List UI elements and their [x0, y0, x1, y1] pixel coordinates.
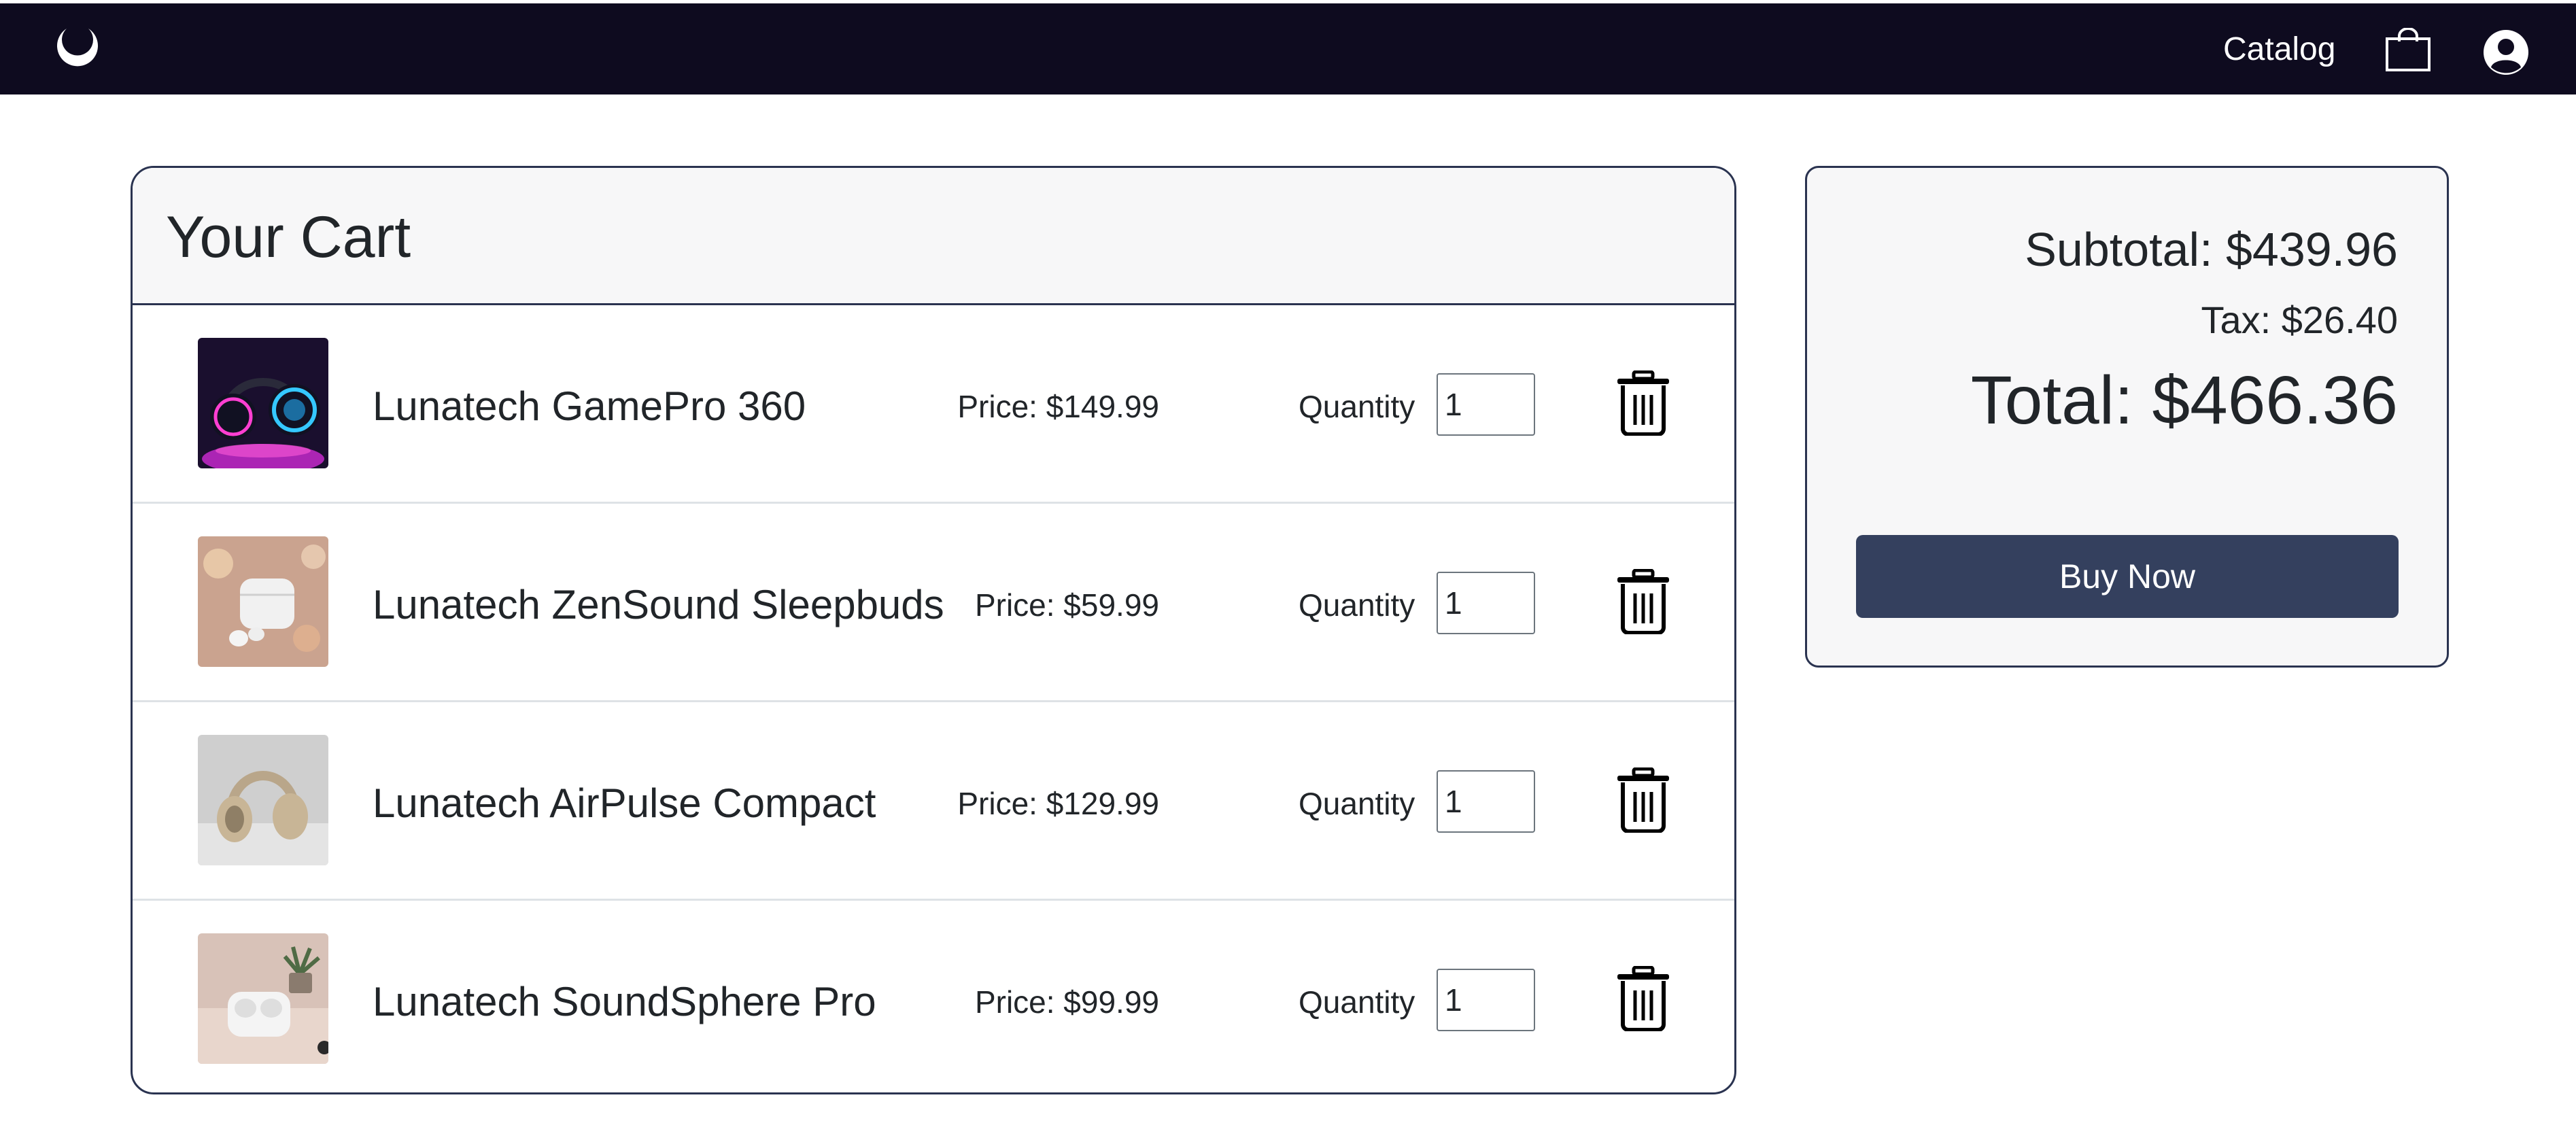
- quantity-input[interactable]: [1437, 373, 1535, 436]
- cart-title: Your Cart: [166, 205, 411, 270]
- trash-icon[interactable]: [1616, 370, 1670, 436]
- cart-item-row: Lunatech GamePro 360 Price: $149.99 Quan…: [133, 305, 1734, 504]
- buy-now-button[interactable]: Buy Now: [1856, 535, 2399, 618]
- product-image: [198, 338, 328, 468]
- quantity-input[interactable]: [1437, 770, 1535, 833]
- page: Catalog Your Cart Lunatech GamePro 360 P…: [0, 0, 2576, 1140]
- cart-item-row: Lunatech AirPulse Compact Price: $129.99…: [133, 702, 1734, 901]
- quantity-label: Quantity: [1299, 786, 1415, 821]
- product-image: [198, 933, 328, 1064]
- product-price: Price: $99.99: [974, 984, 1159, 1020]
- shopping-bag-icon[interactable]: [2384, 27, 2432, 73]
- product-image: [198, 735, 328, 865]
- product-price: Price: $129.99: [957, 786, 1159, 821]
- subtotal-text: Subtotal: $439.96: [2025, 223, 2398, 276]
- user-avatar-icon[interactable]: [2483, 29, 2529, 75]
- cart-header: Your Cart: [133, 168, 1734, 305]
- product-price: Price: $59.99: [974, 587, 1159, 623]
- cart-item-row: Lunatech SoundSphere Pro Price: $99.99 Q…: [133, 901, 1734, 1092]
- quantity-label: Quantity: [1299, 587, 1415, 623]
- crescent-moon-logo-icon[interactable]: [53, 24, 102, 73]
- trash-icon[interactable]: [1616, 965, 1670, 1032]
- tax-text: Tax: $26.40: [2201, 298, 2398, 341]
- product-name: Lunatech ZenSound Sleepbuds: [373, 582, 944, 627]
- product-name: Lunatech SoundSphere Pro: [373, 979, 876, 1024]
- quantity-label: Quantity: [1299, 389, 1415, 424]
- product-name: Lunatech GamePro 360: [373, 383, 806, 429]
- product-image: [198, 536, 328, 667]
- top-navbar: Catalog: [0, 3, 2576, 94]
- trash-icon[interactable]: [1616, 767, 1670, 833]
- product-price: Price: $149.99: [957, 389, 1159, 424]
- quantity-label: Quantity: [1299, 984, 1415, 1020]
- nav-link-catalog[interactable]: Catalog: [2223, 31, 2335, 69]
- total-text: Total: $466.36: [1970, 362, 2398, 438]
- trash-icon[interactable]: [1616, 568, 1670, 635]
- order-summary-card: Subtotal: $439.96 Tax: $26.40 Total: $46…: [1805, 166, 2449, 668]
- cart-item-row: Lunatech ZenSound Sleepbuds Price: $59.9…: [133, 504, 1734, 702]
- quantity-input[interactable]: [1437, 969, 1535, 1031]
- quantity-input[interactable]: [1437, 572, 1535, 634]
- product-name: Lunatech AirPulse Compact: [373, 780, 876, 826]
- cart-card: Your Cart Lunatech GamePro 360 Price: $1…: [131, 166, 1736, 1094]
